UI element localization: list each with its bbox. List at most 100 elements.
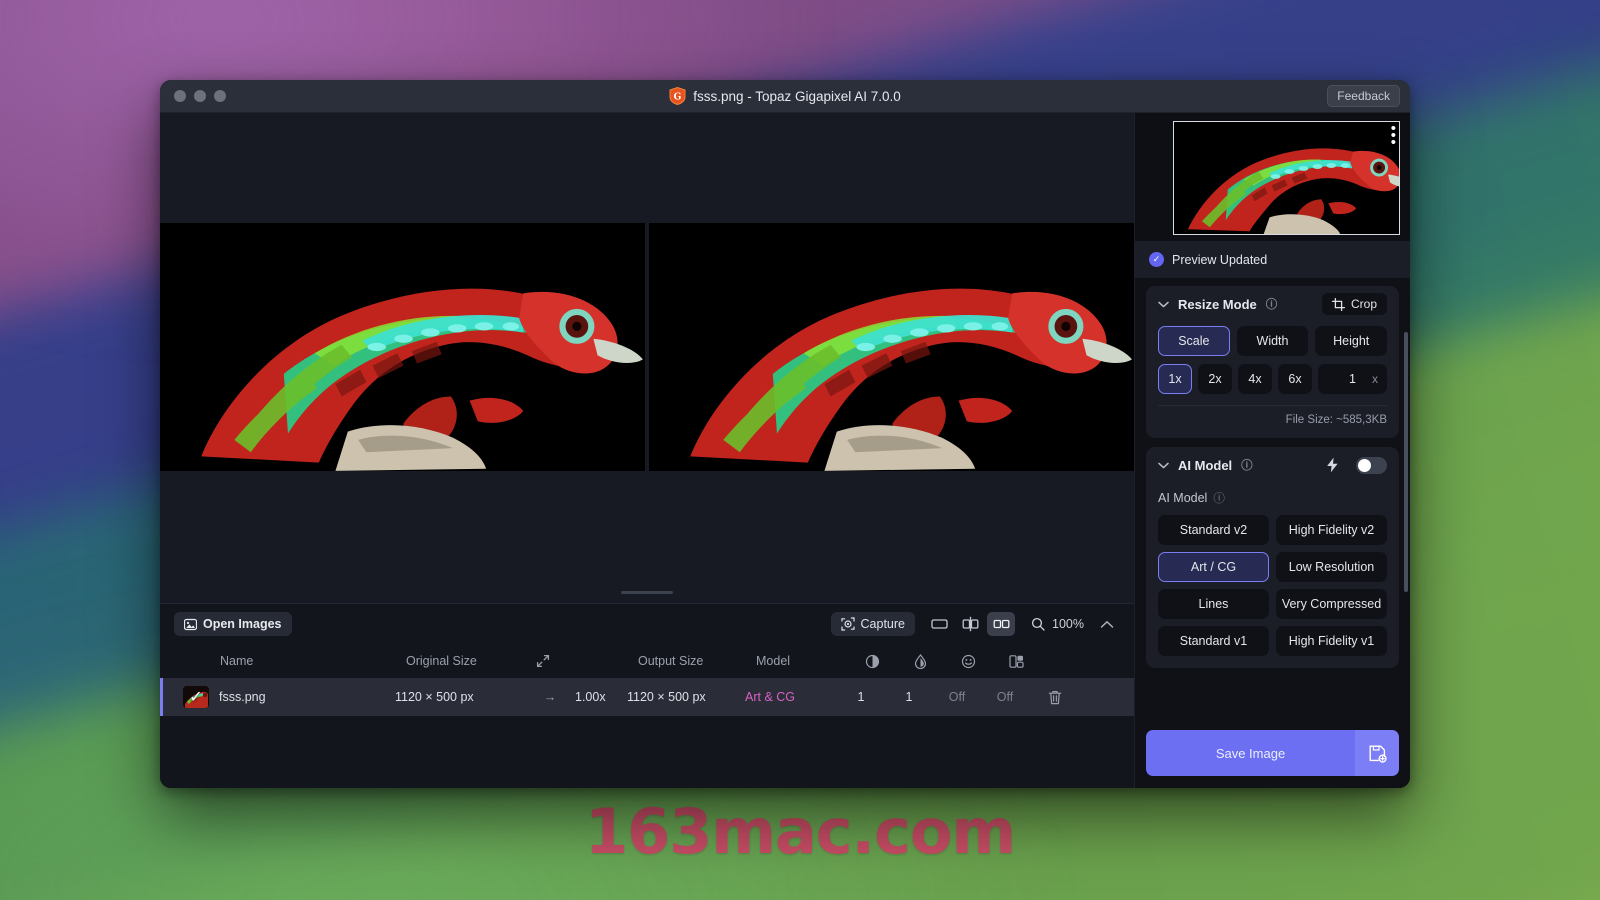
grip-bar-icon xyxy=(621,591,673,594)
save-bar: Save Image xyxy=(1135,730,1410,788)
model-standard-v1[interactable]: Standard v1 xyxy=(1158,626,1269,656)
model-standard-v2[interactable]: Standard v2 xyxy=(1158,515,1269,545)
kebab-menu-icon[interactable]: ••• xyxy=(1391,125,1396,146)
navigator-panel[interactable]: ••• xyxy=(1135,113,1410,241)
open-images-button[interactable]: Open Images xyxy=(174,612,292,636)
window-title-group: G fsss.png - Topaz Gigapixel AI 7.0.0 xyxy=(160,87,1410,105)
image-preview-area[interactable] xyxy=(160,113,1134,581)
window-body: Open Images Capture xyxy=(160,113,1410,788)
processed-image-pane[interactable] xyxy=(649,223,1134,471)
custom-scale-input[interactable]: 1 x xyxy=(1318,364,1387,394)
original-image-pane[interactable] xyxy=(160,223,645,471)
model-art-cg[interactable]: Art / CG xyxy=(1158,552,1269,582)
save-settings-icon[interactable] xyxy=(1355,730,1399,776)
file-size-estimate: File Size: ~585,3KB xyxy=(1158,405,1387,426)
row-output-size: 1120 × 500 px xyxy=(627,690,745,704)
row-name-cell: ✓ fsss.png xyxy=(163,686,395,708)
scale-6x-button[interactable]: 6x xyxy=(1278,364,1312,394)
single-view-icon[interactable] xyxy=(925,612,953,636)
capture-icon xyxy=(841,617,855,631)
scale-1x-button[interactable]: 1x xyxy=(1158,364,1192,394)
resize-mode-scale[interactable]: Scale xyxy=(1158,326,1230,356)
table-row[interactable]: ✓ fsss.png 1120 × 500 px → 1.00x 1120 × … xyxy=(160,678,1134,716)
save-image-button[interactable]: Save Image xyxy=(1146,730,1355,776)
row-model[interactable]: Art & CG xyxy=(745,690,837,704)
row-arrow-icon: → xyxy=(525,690,575,704)
scale-2x-button[interactable]: 2x xyxy=(1198,364,1232,394)
crop-label: Crop xyxy=(1351,297,1377,311)
crop-icon xyxy=(1332,298,1345,311)
file-thumbnail: ✓ xyxy=(183,686,209,708)
row-delete-button[interactable] xyxy=(1029,690,1081,705)
model-lines[interactable]: Lines xyxy=(1158,589,1269,619)
resize-mode-height[interactable]: Height xyxy=(1315,326,1387,356)
info-icon[interactable]: ⓘ xyxy=(1241,457,1253,473)
ai-model-sublabel: AI Model xyxy=(1158,491,1207,505)
split-view-icon[interactable] xyxy=(956,612,984,636)
resize-mode-width[interactable]: Width xyxy=(1237,326,1309,356)
check-circle-icon: ✓ xyxy=(1149,252,1164,267)
info-icon[interactable]: ⓘ xyxy=(1266,296,1278,312)
ai-model-toggle[interactable] xyxy=(1356,457,1387,474)
crop-button[interactable]: Crop xyxy=(1322,293,1387,315)
row-original-size: 1120 × 500 px xyxy=(395,690,525,704)
traffic-lights xyxy=(160,90,226,102)
side-by-side-view-icon[interactable] xyxy=(987,612,1015,636)
chevron-up-icon[interactable] xyxy=(1094,620,1120,629)
zoom-control[interactable]: 100% xyxy=(1025,617,1084,631)
file-list-toolbar: Open Images Capture xyxy=(160,604,1134,644)
col-header-color-icon[interactable] xyxy=(992,654,1040,669)
svg-text:G: G xyxy=(674,93,682,103)
app-window: G fsss.png - Topaz Gigapixel AI 7.0.0 Fe… xyxy=(160,80,1410,788)
minimize-button[interactable] xyxy=(194,90,206,102)
close-button[interactable] xyxy=(174,90,186,102)
model-high-fidelity-v1[interactable]: High Fidelity v1 xyxy=(1276,626,1387,656)
col-header-contrast-icon[interactable] xyxy=(848,654,896,669)
chameleon-photo-processed xyxy=(649,223,1134,471)
model-low-resolution[interactable]: Low Resolution xyxy=(1276,552,1387,582)
feedback-button[interactable]: Feedback xyxy=(1327,85,1400,107)
row-denoise-value[interactable]: 1 xyxy=(885,690,933,704)
comparison-panes xyxy=(160,223,1134,471)
resize-mode-card: Resize Mode ⓘ Crop xyxy=(1146,286,1399,438)
model-very-compressed[interactable]: Very Compressed xyxy=(1276,589,1387,619)
maximize-button[interactable] xyxy=(214,90,226,102)
col-header-face-recovery-icon[interactable] xyxy=(944,654,992,669)
chevron-down-icon[interactable] xyxy=(1158,301,1169,308)
row-file-name: fsss.png xyxy=(219,690,266,704)
row-contrast-value[interactable]: 1 xyxy=(837,690,885,704)
capture-button[interactable]: Capture xyxy=(831,612,915,636)
table-header-row: Name Original Size Output Size xyxy=(160,644,1134,678)
scale-4x-button[interactable]: 4x xyxy=(1238,364,1272,394)
row-face-recovery-value[interactable]: Off xyxy=(933,690,981,704)
col-header-name[interactable]: Name xyxy=(174,654,406,668)
settings-panels: Resize Mode ⓘ Crop xyxy=(1135,278,1410,730)
file-table: Name Original Size Output Size xyxy=(160,644,1134,788)
col-header-model[interactable]: Model xyxy=(756,654,848,668)
resize-mode-header[interactable]: Resize Mode ⓘ Crop xyxy=(1146,286,1399,322)
resize-mode-title: Resize Mode xyxy=(1178,297,1257,312)
col-header-resize-arrow-icon xyxy=(536,654,586,668)
scale-multiplier-row: 1x 2x 4x 6x 1 x xyxy=(1158,364,1387,394)
row-color-value[interactable]: Off xyxy=(981,690,1029,704)
lightning-bolt-icon xyxy=(1326,457,1339,473)
preview-status-label: Preview Updated xyxy=(1172,253,1267,267)
ai-model-grid: Standard v2 High Fidelity v2 Art / CG Lo… xyxy=(1158,515,1387,656)
chevron-down-icon[interactable] xyxy=(1158,462,1169,469)
window-title-text: fsss.png - Topaz Gigapixel AI 7.0.0 xyxy=(693,89,901,104)
custom-scale-value: 1 xyxy=(1349,372,1356,386)
navigator-thumbnail[interactable] xyxy=(1173,121,1400,235)
col-header-output-size[interactable]: Output Size xyxy=(638,654,756,668)
resize-mode-body: Scale Width Height 1x 2x 4x 6x 1 x xyxy=(1146,322,1399,438)
ai-model-sublabel-row: AI Model ⓘ xyxy=(1158,490,1387,506)
info-icon[interactable]: ⓘ xyxy=(1213,490,1225,506)
ai-model-header[interactable]: AI Model ⓘ xyxy=(1146,447,1399,483)
ai-model-body: AI Model ⓘ Standard v2 High Fidelity v2 … xyxy=(1146,483,1399,668)
sidebar-scrollbar[interactable] xyxy=(1404,332,1408,592)
col-header-original-size[interactable]: Original Size xyxy=(406,654,536,668)
panel-resize-handle[interactable] xyxy=(160,581,1134,603)
model-high-fidelity-v2[interactable]: High Fidelity v2 xyxy=(1276,515,1387,545)
col-header-denoise-icon[interactable] xyxy=(896,654,944,669)
thumbnail-check-icon: ✓ xyxy=(183,686,209,708)
custom-scale-suffix: x xyxy=(1372,372,1378,386)
